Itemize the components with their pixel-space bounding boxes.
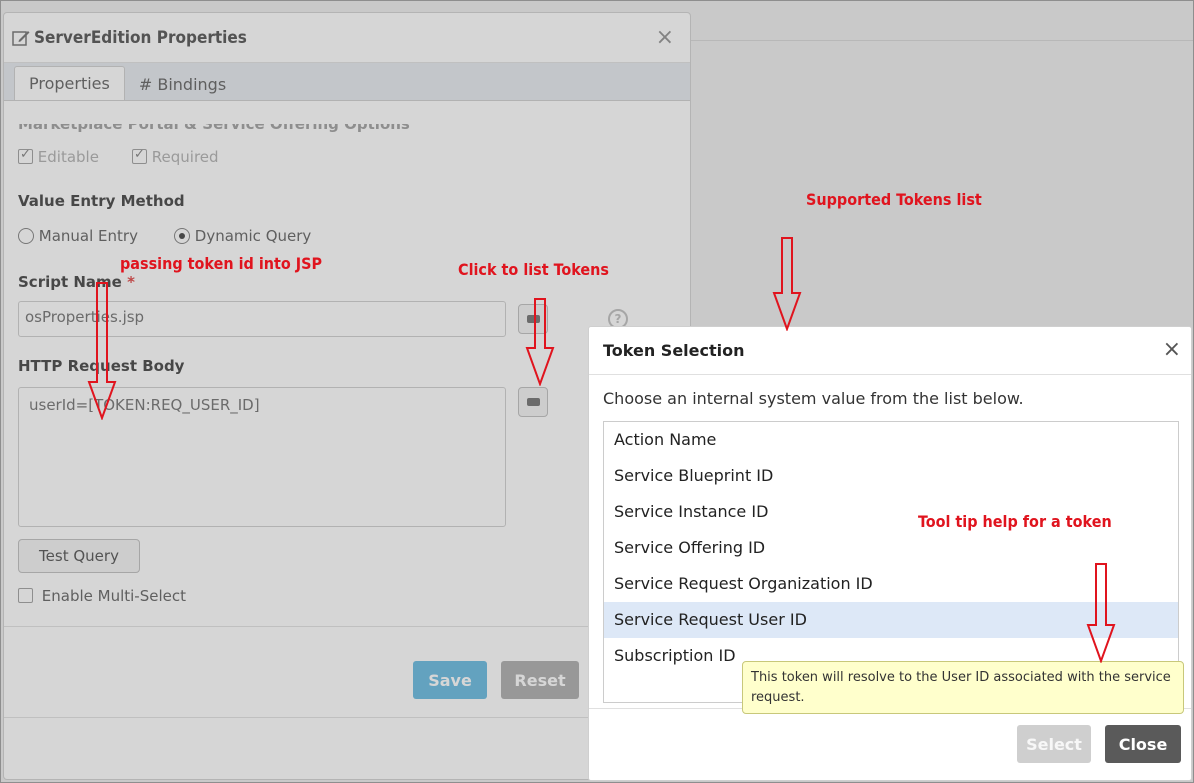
close-icon[interactable]: × [1163, 337, 1181, 362]
annotation-supported-tokens: Supported Tokens list [806, 190, 982, 209]
down-arrow-annotation [772, 237, 802, 331]
token-instruction: Choose an internal system value from the… [603, 389, 1024, 408]
dynamic-query-label: Dynamic Query [194, 227, 312, 245]
manual-entry-label: Manual Entry [38, 227, 138, 245]
required-label: Required [151, 148, 219, 166]
value-entry-method-label: Value Entry Method [18, 192, 185, 210]
annotation-click-to-list: Click to list Tokens [458, 260, 609, 279]
list-item[interactable]: Service Offering ID [604, 530, 1178, 566]
down-arrow-annotation [525, 298, 555, 386]
list-item[interactable]: Service Blueprint ID [604, 458, 1178, 494]
edit-icon [12, 30, 30, 46]
save-button[interactable]: Save [413, 661, 487, 699]
properties-dialog-title: ServerEdition Properties [34, 27, 247, 48]
test-query-button[interactable]: Test Query [18, 539, 140, 573]
list-item[interactable]: Action Name [604, 422, 1178, 458]
annotation-passing-token: passing token id into JSP [120, 254, 323, 273]
enable-multiselect-option[interactable]: Enable Multi-Select [18, 587, 186, 605]
manual-entry-radio[interactable] [18, 228, 34, 244]
token-list-icon [527, 398, 540, 406]
manual-entry-option[interactable]: Manual Entry [18, 227, 138, 245]
annotation-tooltip-help: Tool tip help for a token [918, 512, 1112, 531]
token-tooltip: This token will resolve to the User ID a… [742, 661, 1184, 714]
close-icon[interactable]: × [656, 25, 674, 50]
down-arrow-annotation [1086, 563, 1116, 663]
body-token-button[interactable] [518, 387, 548, 417]
enable-multiselect-label: Enable Multi-Select [41, 587, 186, 605]
tab-bar: Properties # Bindings [4, 63, 690, 101]
editable-checkbox[interactable] [18, 147, 33, 164]
down-arrow-annotation [87, 282, 117, 420]
required-checkbox[interactable] [132, 147, 147, 164]
enable-multiselect-checkbox[interactable] [18, 588, 33, 603]
required-star: * [127, 273, 135, 291]
dynamic-query-radio[interactable] [174, 228, 190, 244]
select-button[interactable]: Select [1017, 725, 1091, 763]
reset-button[interactable]: Reset [501, 661, 579, 699]
script-name-label: Script Name * [18, 273, 135, 291]
close-button[interactable]: Close [1105, 725, 1181, 763]
required-option[interactable]: Required [132, 147, 219, 166]
background-toolbar [690, 1, 1193, 41]
marketplace-section-label: Marketplace Portal & Service Offering Op… [18, 115, 410, 133]
editable-label: Editable [37, 148, 99, 166]
dynamic-query-option[interactable]: Dynamic Query [174, 227, 311, 245]
token-dialog-title: Token Selection [603, 341, 745, 360]
token-dialog-footer: Select Close [589, 708, 1191, 780]
tab-bindings[interactable]: # Bindings [125, 68, 240, 100]
editable-option[interactable]: Editable [18, 147, 99, 166]
properties-dialog-header: ServerEdition Properties × [4, 13, 690, 63]
tab-properties[interactable]: Properties [14, 66, 125, 100]
token-dialog-header: Token Selection × [589, 327, 1191, 375]
